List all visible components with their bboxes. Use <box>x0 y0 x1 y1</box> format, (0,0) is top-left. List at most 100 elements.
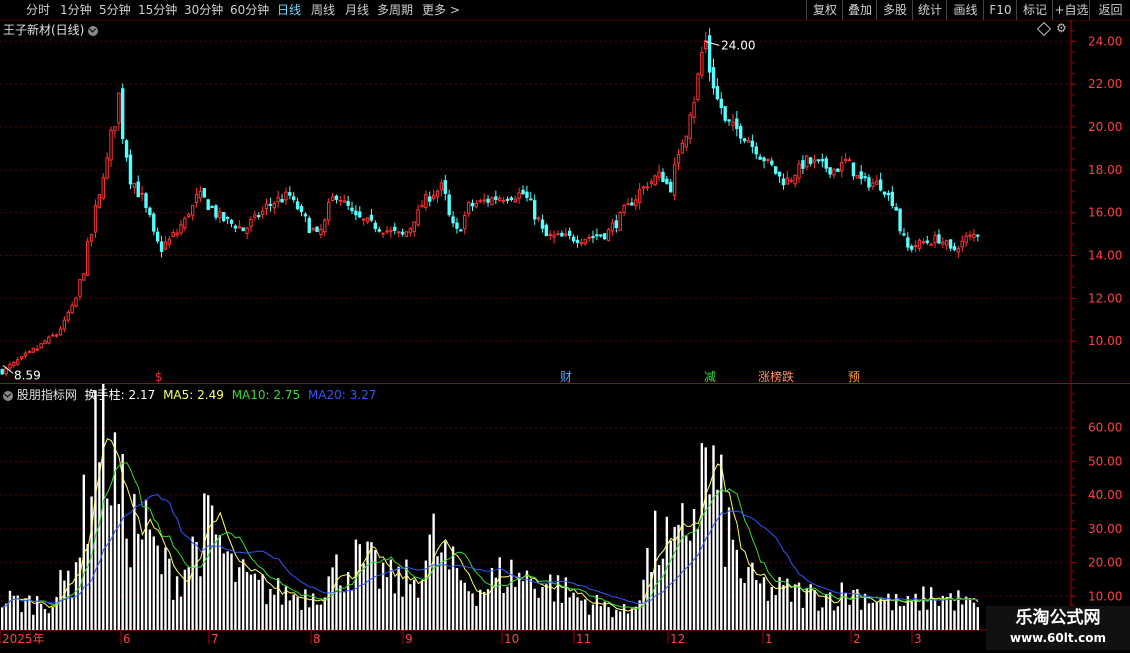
legend-ma5: MA5: 2.49 <box>163 388 224 402</box>
candle-body <box>688 114 692 139</box>
turnover-bar <box>766 600 770 630</box>
turnover-tick-label: 60.00 <box>1088 421 1122 435</box>
candle-body <box>361 218 366 221</box>
candle-body <box>571 236 576 242</box>
period-tab-8[interactable]: 月线 <box>345 0 369 20</box>
candle-body <box>319 228 323 236</box>
candle-body <box>770 160 774 165</box>
turnover-bar <box>409 584 412 630</box>
candle-body <box>284 191 288 201</box>
turnover-bar <box>898 606 902 630</box>
toolbar-button-8[interactable]: 返回 <box>1089 0 1130 20</box>
candle-body <box>120 88 125 139</box>
turnover-bar <box>350 589 354 630</box>
candle-body <box>536 217 541 220</box>
candle-body <box>680 142 685 154</box>
candle-body <box>952 246 957 251</box>
period-tab-2[interactable]: 5分钟 <box>99 0 131 20</box>
turnover-bar <box>129 567 132 630</box>
candle-body <box>649 181 654 184</box>
candle-body <box>113 126 117 131</box>
period-tab-1[interactable]: 1分钟 <box>60 0 92 20</box>
candle-body <box>435 190 440 198</box>
toolbar-button-3[interactable]: 统计 <box>912 0 947 20</box>
toolbar-button-0[interactable]: 复权 <box>806 0 843 20</box>
candle-body <box>945 240 949 246</box>
price-chart[interactable]: 24.00 22.00 20.00 18.00 16.00 14.00 12.00 10.00… <box>0 19 1130 385</box>
candle-body <box>338 199 343 202</box>
turnover-bar <box>541 587 544 630</box>
period-tab-3[interactable]: 15分钟 <box>138 0 177 20</box>
candle-body <box>750 140 755 148</box>
candle-body <box>602 233 607 240</box>
toolbar-button-2[interactable]: 多股 <box>876 0 913 20</box>
turnover-bar <box>638 600 641 630</box>
candle-body <box>101 177 105 199</box>
candle-body <box>676 154 681 164</box>
turnover-bar <box>346 572 350 630</box>
toolbar-button-7[interactable]: +自选 <box>1052 0 1090 20</box>
period-tab-0[interactable]: 分时 <box>26 0 50 20</box>
period-tab-7[interactable]: 周线 <box>311 0 335 20</box>
toolbar-button-4[interactable]: 画线 <box>946 0 984 20</box>
indicator-dropdown-icon[interactable] <box>3 390 13 401</box>
candle-body <box>777 171 782 177</box>
title-dropdown-icon[interactable] <box>88 25 99 36</box>
candle-body <box>179 224 183 234</box>
candle-body <box>540 219 545 229</box>
turnover-bar <box>354 539 358 630</box>
turnover-bar <box>603 601 606 630</box>
x-axis-label-6: 11 <box>576 632 591 646</box>
turnover-panel[interactable]: 60.00 50.00 40.00 30.00 20.00 10.00 2025年 6 7 8 9… <box>0 346 1130 650</box>
turnover-bar <box>24 598 27 630</box>
candle-body <box>93 205 98 233</box>
turnover-bar <box>622 604 626 630</box>
candle-body <box>237 226 241 229</box>
price-tick-label: 14.00 <box>1088 249 1122 263</box>
period-tab-4[interactable]: 30分钟 <box>184 0 223 20</box>
candle-body <box>591 236 595 239</box>
turnover-bar <box>214 534 218 630</box>
period-tab-6[interactable]: 日线 <box>277 0 301 20</box>
candle-body <box>486 198 490 203</box>
turnover-bar <box>358 544 361 630</box>
period-tab-5[interactable]: 60分钟 <box>230 0 269 20</box>
turnover-bar <box>381 562 385 630</box>
toolbar-button-6[interactable]: 标记 <box>1016 0 1053 20</box>
candle-body <box>595 234 599 237</box>
period-tab-9[interactable]: 多周期 <box>377 0 413 20</box>
event-marker-4[interactable]: 预 <box>848 370 860 384</box>
turnover-bar <box>848 604 851 630</box>
turnover-bar <box>879 597 882 630</box>
x-axis-label-8: 1 <box>765 632 773 646</box>
candle-body <box>222 212 226 222</box>
candle-body <box>599 234 603 237</box>
candle-body <box>210 206 214 209</box>
turnover-bar <box>486 589 490 630</box>
toolbar-button-1[interactable]: 叠加 <box>842 0 877 20</box>
candle-body <box>824 158 828 169</box>
event-marker-3[interactable]: 涨榜跌 <box>758 369 794 384</box>
turnover-bar <box>708 494 711 630</box>
candle-body <box>509 197 514 201</box>
turnover-bar <box>168 558 171 630</box>
event-marker-1[interactable]: 财 <box>560 370 572 384</box>
candle-body <box>968 234 972 237</box>
turnover-bar <box>160 574 163 630</box>
turnover-bar <box>20 612 23 630</box>
settings-icon[interactable]: ⚙ <box>1056 21 1067 35</box>
toolbar-button-5[interactable]: F10 <box>983 0 1017 20</box>
candle-body <box>229 219 234 224</box>
turnover-chart[interactable]: 60.00 50.00 40.00 30.00 20.00 10.00 2025年 6 7 8 9… <box>0 346 1130 650</box>
candle-body <box>820 158 825 162</box>
main-price-panel[interactable]: 24.00 22.00 20.00 18.00 16.00 14.00 12.00 10.00… <box>0 19 1130 385</box>
candle-body <box>299 205 304 213</box>
indicator-name[interactable]: 股朋指标网 <box>17 388 77 402</box>
event-marker-2[interactable]: 减 <box>704 370 716 384</box>
turnover-bar <box>790 601 793 630</box>
candle-body <box>183 217 187 229</box>
turnover-bar <box>222 553 225 630</box>
event-marker-0[interactable]: $ <box>155 370 163 384</box>
period-tab-10[interactable]: 更多 > <box>422 0 460 20</box>
candle-body <box>365 217 370 223</box>
